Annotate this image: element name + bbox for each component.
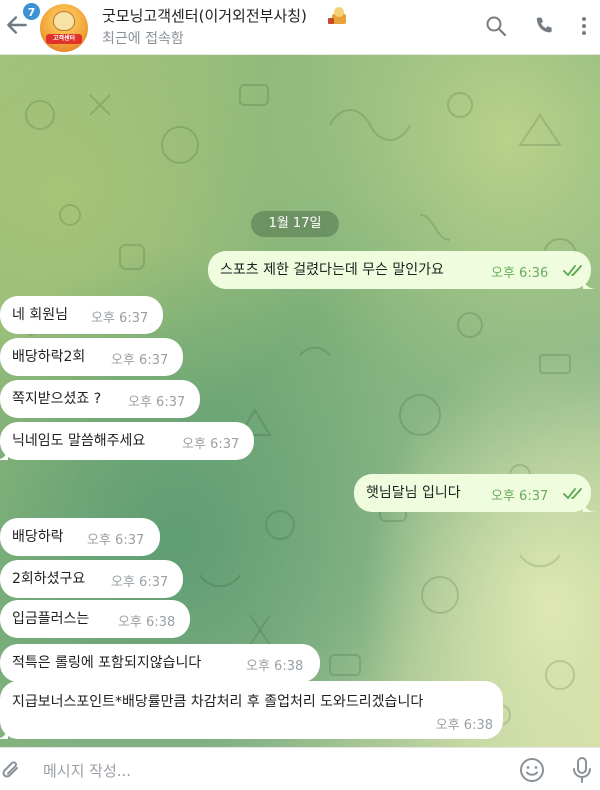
message-bubble-incoming[interactable]: 배당하락 오후 6:37 bbox=[0, 518, 160, 556]
bubble-tail bbox=[0, 446, 8, 460]
more-vertical-icon[interactable] bbox=[572, 14, 596, 38]
message-bubble-outgoing[interactable]: 햇님달님 입니다 오후 6:37 bbox=[354, 474, 597, 512]
message-composer: 메시지 작성... bbox=[0, 747, 600, 790]
message-text: 입금플러스는 bbox=[12, 611, 90, 627]
message-time: 오후 6:36 bbox=[491, 266, 549, 281]
message-bubble-incoming[interactable]: 입금플러스는 오후 6:38 bbox=[0, 600, 190, 638]
avatar-label: 고객센터 bbox=[46, 34, 82, 44]
message-time: 오후 6:37 bbox=[491, 489, 549, 504]
phone-icon[interactable] bbox=[532, 14, 556, 38]
search-icon[interactable] bbox=[484, 14, 508, 38]
message-time: 오후 6:37 bbox=[182, 437, 240, 452]
message-text: 배당하락2회 bbox=[12, 349, 86, 365]
message-bubble-outgoing[interactable]: 스포츠 제한 걸렸다는데 무슨 말인가요 오후 6:36 bbox=[208, 251, 597, 289]
date-separator: 1월 17일 bbox=[251, 211, 339, 237]
microphone-icon[interactable] bbox=[571, 756, 593, 784]
message-bubble-incoming[interactable]: 닉네임도 말씀해주세요 오후 6:37 bbox=[0, 422, 254, 460]
avatar[interactable]: 고객센터 bbox=[40, 4, 88, 52]
message-bubble-incoming[interactable]: 배당하락2회 오후 6:37 bbox=[0, 338, 183, 376]
message-text: 2회하셨구요 bbox=[12, 571, 86, 587]
message-bubble-incoming[interactable]: 지급보너스포인트*배당률만큼 차감처리 후 졸업처리 도와드리겠습니다 오후 6… bbox=[0, 681, 503, 739]
message-time: 오후 6:37 bbox=[111, 575, 169, 590]
message-text: 네 회원님 bbox=[12, 307, 68, 323]
bubble-tail bbox=[0, 725, 8, 739]
mascot-emoji-icon bbox=[328, 7, 346, 24]
message-bubble-incoming[interactable]: 적특은 롤링에 포함되지않습니다 오후 6:38 bbox=[0, 644, 320, 682]
message-bubble-incoming[interactable]: 2회하셨구요 오후 6:37 bbox=[0, 560, 183, 598]
bubble-tail bbox=[583, 498, 597, 512]
paperclip-icon[interactable] bbox=[0, 758, 22, 782]
message-time: 오후 6:37 bbox=[91, 311, 149, 326]
message-time: 오후 6:38 bbox=[118, 615, 176, 630]
mascot-face-icon bbox=[53, 11, 75, 31]
message-text: 햇님달님 입니다 bbox=[366, 485, 461, 501]
message-time: 오후 6:37 bbox=[87, 533, 145, 548]
message-text: 지급보너스포인트*배당률만큼 차감처리 후 졸업처리 도와드리겠습니다 bbox=[12, 694, 424, 710]
message-input[interactable]: 메시지 작성... bbox=[43, 760, 131, 781]
message-text: 쪽지받으셨죠 ? bbox=[12, 391, 102, 407]
message-time: 오후 6:37 bbox=[111, 353, 169, 368]
message-text: 배당하락 bbox=[12, 529, 64, 545]
double-check-icon bbox=[563, 265, 582, 277]
last-seen-status: 최근에 접속함 bbox=[102, 31, 184, 47]
message-text: 적특은 롤링에 포함되지않습니다 bbox=[12, 655, 202, 671]
chat-area[interactable]: 1월 17일 스포츠 제한 걸렸다는데 무슨 말인가요 오후 6:36 네 회원… bbox=[0, 55, 600, 747]
message-text: 스포츠 제한 걸렸다는데 무슨 말인가요 bbox=[220, 262, 444, 278]
unread-count-badge: 7 bbox=[22, 2, 41, 21]
chat-header: 7 고객센터 굿모닝고객센터(이거외전부사칭) 최근에 접속함 bbox=[0, 0, 600, 55]
chat-title[interactable]: 굿모닝고객센터(이거외전부사칭) bbox=[102, 5, 307, 26]
message-bubble-incoming[interactable]: 네 회원님 오후 6:37 bbox=[0, 296, 163, 334]
message-time: 오후 6:38 bbox=[435, 718, 493, 733]
message-bubble-incoming[interactable]: 쪽지받으셨죠 ? 오후 6:37 bbox=[0, 380, 200, 418]
double-check-icon bbox=[563, 488, 582, 500]
message-time: 오후 6:37 bbox=[128, 395, 186, 410]
smile-icon[interactable] bbox=[519, 757, 545, 783]
message-text: 닉네임도 말씀해주세요 bbox=[12, 433, 146, 449]
bubble-tail bbox=[583, 275, 597, 289]
